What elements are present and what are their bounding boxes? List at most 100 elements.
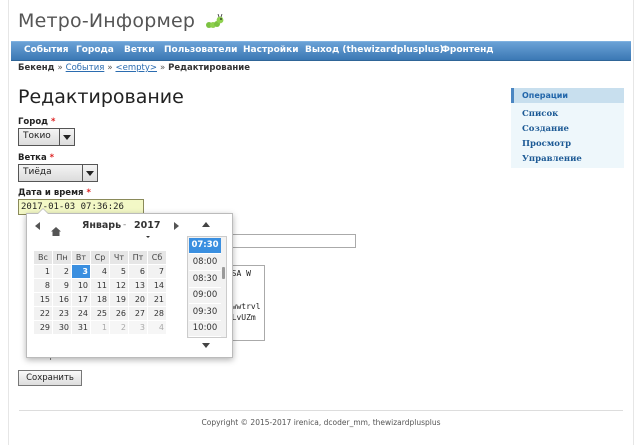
city-select-value: Токио: [23, 131, 51, 141]
nav-item-events[interactable]: События: [24, 45, 69, 55]
time-scroll-up-icon[interactable]: [202, 222, 210, 227]
chevron-down-icon: [82, 165, 97, 181]
calendar-day[interactable]: 14: [147, 278, 167, 293]
home-icon[interactable]: [51, 221, 61, 240]
time-option[interactable]: 08:00: [189, 255, 221, 271]
nav-item-users[interactable]: Пользователи: [164, 45, 237, 55]
calendar-day[interactable]: 24: [71, 306, 91, 321]
sidebar-link-manage[interactable]: Управление: [522, 154, 582, 164]
time-option[interactable]: 10:00: [189, 321, 221, 337]
breadcrumb-separator: »: [107, 63, 113, 73]
weekday-header: Вт: [71, 250, 91, 265]
datetime-label: Дата и время *: [18, 188, 91, 198]
breadcrumb-link-empty[interactable]: <empty>: [115, 63, 157, 73]
calendar-day[interactable]: 4: [90, 264, 110, 279]
calendar-day-other-month[interactable]: 1: [90, 320, 110, 335]
time-option-selected[interactable]: 07:30: [189, 238, 221, 254]
calendar-day[interactable]: 2: [52, 264, 72, 279]
calendar-day[interactable]: 29: [33, 320, 53, 335]
calendar-day-other-month[interactable]: 2: [109, 320, 129, 335]
city-label-text: Город: [18, 117, 49, 127]
calendar-day-other-month[interactable]: 3: [128, 320, 148, 335]
calendar-day[interactable]: 31: [71, 320, 91, 335]
calendar-day[interactable]: 17: [71, 292, 91, 307]
next-month-icon[interactable]: [174, 222, 179, 230]
datetime-label-text: Дата и время: [18, 188, 84, 198]
calendar-day[interactable]: 22: [33, 306, 53, 321]
breadcrumb-separator: »: [57, 63, 63, 73]
calendar-day[interactable]: 13: [128, 278, 148, 293]
calendar-day[interactable]: 11: [90, 278, 110, 293]
calendar-day[interactable]: 19: [109, 292, 129, 307]
main-nav: События Города Ветки Пользователи Настро…: [11, 41, 631, 61]
picker-year[interactable]: 2017: [134, 220, 160, 231]
calendar-day[interactable]: 20: [128, 292, 148, 307]
sidebar-link-view[interactable]: Просмотр: [522, 139, 571, 149]
line-select[interactable]: Тиёда: [18, 164, 98, 182]
time-option[interactable]: 08:30: [189, 272, 221, 288]
time-list[interactable]: 07:30 08:00 08:30 09:00 09:30 10:00: [187, 236, 227, 338]
breadcrumb: Бекенд » События » <empty> » Редактирова…: [18, 63, 250, 73]
calendar-day[interactable]: 8: [33, 278, 53, 293]
picker-month[interactable]: Январь: [82, 220, 121, 231]
page-title: Редактирование: [18, 86, 184, 108]
calendar-day[interactable]: 23: [52, 306, 72, 321]
sidebar-link-create[interactable]: Создание: [522, 124, 569, 134]
calendar-day[interactable]: 28: [147, 306, 167, 321]
calendar-day[interactable]: 1: [33, 264, 53, 279]
sidebar-link-list[interactable]: Список: [522, 109, 558, 119]
nav-item-cities[interactable]: Города: [76, 45, 114, 55]
weekday-header: Сб: [147, 250, 167, 265]
nav-item-logout[interactable]: Выход (thewizardplusplus): [305, 45, 444, 55]
calendar-day[interactable]: 9: [52, 278, 72, 293]
city-label: Город *: [18, 117, 55, 127]
calendar-day[interactable]: 21: [147, 292, 167, 307]
caterpillar-icon: [206, 13, 224, 35]
prev-month-icon[interactable]: [35, 222, 40, 230]
calendar-day[interactable]: 12: [109, 278, 129, 293]
nav-item-settings[interactable]: Настройки: [243, 45, 299, 55]
breadcrumb-root: Бекенд: [18, 63, 55, 73]
calendar-day[interactable]: 5: [109, 264, 129, 279]
chevron-down-icon: [59, 129, 74, 145]
site-title[interactable]: Метро-Информер: [18, 10, 224, 35]
time-list-scrollbar[interactable]: [222, 267, 225, 279]
required-mark: *: [49, 153, 55, 163]
calendar-day-other-month[interactable]: 4: [147, 320, 167, 335]
nav-item-lines[interactable]: Ветки: [124, 45, 155, 55]
time-option[interactable]: 09:30: [189, 305, 221, 321]
breadcrumb-link-events[interactable]: События: [66, 63, 105, 73]
calendar-day[interactable]: 26: [109, 306, 129, 321]
weekday-header: Чт: [109, 250, 129, 265]
time-scroll-down-icon[interactable]: [202, 343, 210, 348]
calendar-day-selected[interactable]: 3: [71, 264, 91, 279]
page: Метро-Информер События Города Ветки Поль…: [8, 0, 634, 445]
line-label: Ветка *: [18, 153, 54, 163]
line-label-text: Ветка: [18, 153, 47, 163]
site-title-text: Метро-Информер: [18, 10, 196, 32]
calendar-day[interactable]: 16: [52, 292, 72, 307]
required-mark: *: [86, 188, 91, 198]
calendar-day[interactable]: 10: [71, 278, 91, 293]
calendar-day[interactable]: 18: [90, 292, 110, 307]
calendar-grid: Вс Пн Вт Ср Чт Пт Сб 1 2 3 4 5 6 7 8 9 1…: [33, 250, 167, 335]
picker-caret: [37, 208, 49, 214]
footer: Copyright © 2015-2017 irenica, dcoder_mm…: [201, 418, 441, 427]
nav-item-frontend[interactable]: Фронтенд: [441, 45, 494, 55]
breadcrumb-separator: »: [159, 63, 166, 73]
time-option[interactable]: 09:00: [189, 288, 221, 304]
calendar-day[interactable]: 30: [52, 320, 72, 335]
sidebar-heading: Операции: [511, 88, 624, 103]
save-button[interactable]: Сохранить: [18, 370, 82, 386]
calendar-day[interactable]: 27: [128, 306, 148, 321]
text-input[interactable]: [222, 234, 356, 248]
calendar-day[interactable]: 7: [147, 264, 167, 279]
weekday-header: Ср: [90, 250, 110, 265]
datetime-picker: Январь - 2017 Вс Пн Вт Ср Чт Пт Сб 1 2 3…: [26, 208, 233, 358]
calendar-day[interactable]: 6: [128, 264, 148, 279]
operations-sidebar: Операции Список Создание Просмотр Управл…: [511, 88, 624, 168]
chevron-down-icon: [146, 236, 150, 238]
calendar-day[interactable]: 25: [90, 306, 110, 321]
calendar-day[interactable]: 15: [33, 292, 53, 307]
city-select[interactable]: Токио: [18, 128, 75, 146]
